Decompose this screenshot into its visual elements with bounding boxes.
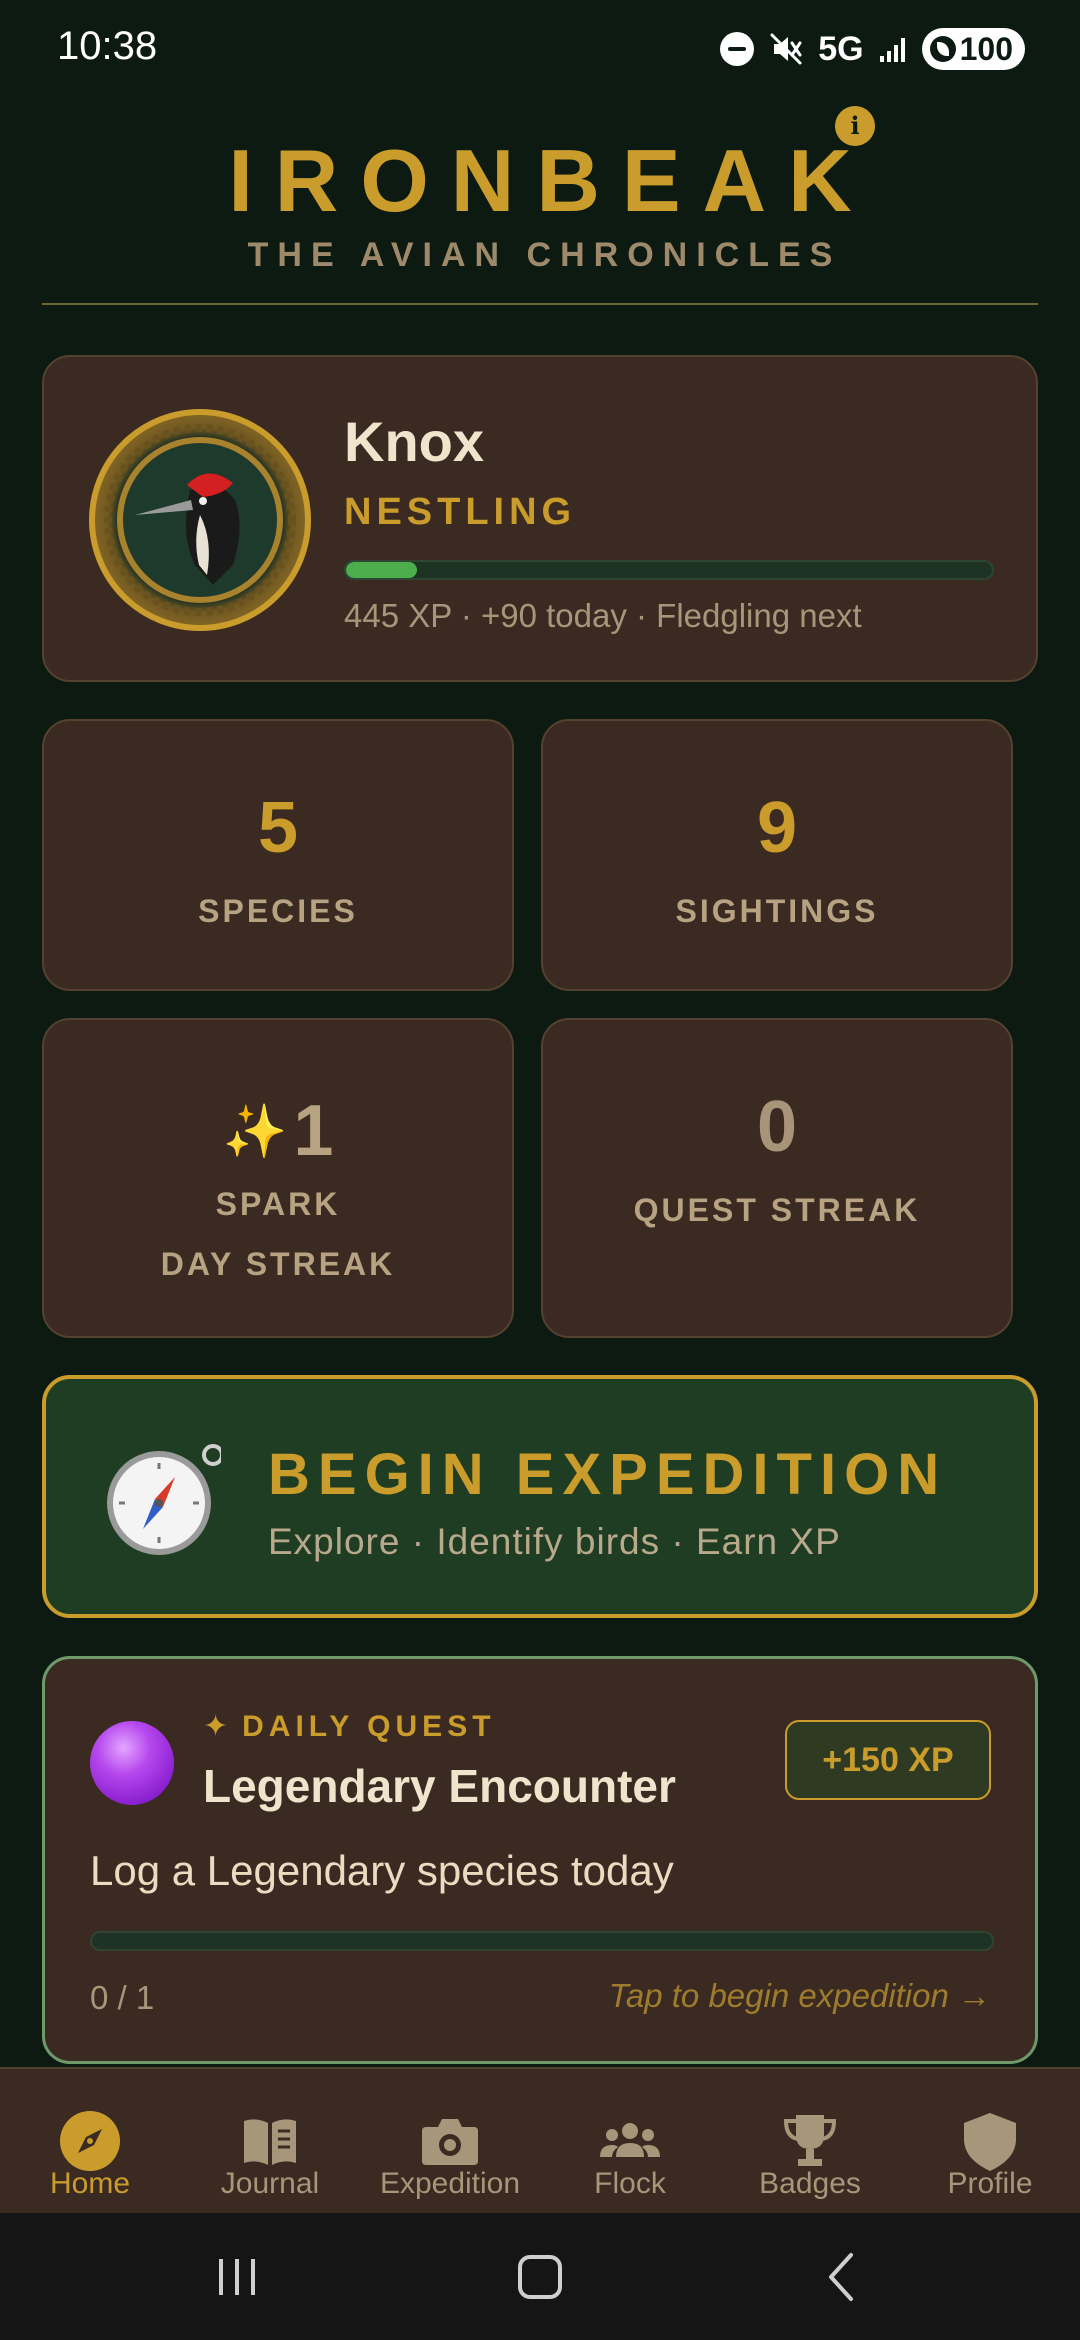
trophy-icon bbox=[783, 2115, 837, 2166]
nav-item-expedition[interactable]: Expedition bbox=[360, 2069, 540, 2215]
nav-label-home: Home bbox=[49, 2167, 131, 2200]
nav-label-expedition: Expedition bbox=[379, 2167, 521, 2200]
day-streak-count: 1 bbox=[293, 1091, 334, 1171]
begin-expedition-button[interactable]: BEGIN EXPEDITION Explore · Identify bird… bbox=[42, 1375, 1038, 1618]
back-button[interactable] bbox=[783, 2213, 903, 2340]
status-icons: 5G 100 bbox=[720, 26, 1025, 72]
home-button[interactable] bbox=[480, 2213, 600, 2340]
spark-label: SPARK bbox=[215, 1186, 341, 1222]
recents-button[interactable] bbox=[177, 2213, 297, 2340]
species-label: SPECIES bbox=[198, 893, 358, 929]
compass-icon bbox=[60, 2111, 120, 2171]
daily-quest-label: DAILY QUEST bbox=[242, 1710, 496, 1743]
sparkle-icon: ✦ bbox=[203, 1710, 229, 1743]
day-streak-label: DAY STREAK bbox=[160, 1246, 396, 1282]
mute-icon bbox=[770, 33, 802, 65]
system-nav-bar bbox=[0, 2213, 1080, 2340]
shield-icon bbox=[964, 2113, 1016, 2171]
home-icon bbox=[518, 2255, 562, 2299]
stat-card-quest-streak[interactable]: 0 QUEST STREAK bbox=[541, 1018, 1013, 1338]
recents-icon bbox=[219, 2259, 255, 2295]
species-count: 5 bbox=[257, 788, 299, 868]
nav-item-journal[interactable]: Journal bbox=[180, 2069, 360, 2215]
avatar[interactable] bbox=[89, 409, 311, 631]
nav-item-flock[interactable]: Flock bbox=[540, 2069, 720, 2215]
bottom-nav: Home Journal Expedition Flock Badges Pro… bbox=[0, 2067, 1080, 2213]
info-icon[interactable]: i bbox=[835, 106, 875, 146]
status-bar: 10:38 5G 100 bbox=[0, 0, 1080, 100]
profile-rank: NESTLING bbox=[344, 491, 577, 533]
status-time: 10:38 bbox=[57, 24, 158, 68]
quest-cta-link[interactable]: Tap to begin expedition → bbox=[609, 1977, 991, 2015]
camera-icon bbox=[422, 2119, 478, 2165]
nav-item-badges[interactable]: Badges bbox=[720, 2069, 900, 2215]
xp-progress-fill bbox=[346, 562, 418, 578]
nav-label-badges: Badges bbox=[759, 2167, 861, 2200]
battery-saver-icon bbox=[929, 36, 956, 62]
sightings-count: 9 bbox=[756, 788, 798, 868]
quest-streak-label: QUEST STREAK bbox=[633, 1192, 921, 1228]
nav-label-profile: Profile bbox=[947, 2167, 1033, 2200]
daily-quest-kicker: ✦ DAILY QUEST bbox=[203, 1709, 496, 1744]
woodpecker-avatar-icon bbox=[104, 424, 296, 616]
sightings-label: SIGHTINGS bbox=[675, 893, 879, 929]
nav-label-journal: Journal bbox=[220, 2167, 320, 2200]
quest-progress-bar bbox=[90, 1931, 994, 1951]
stat-card-day-streak[interactable]: ✨ 1 SPARK DAY STREAK bbox=[42, 1018, 514, 1338]
app-title: IRONBEAK bbox=[228, 131, 874, 230]
network-label: 5G bbox=[818, 29, 864, 68]
profile-card[interactable]: Knox NESTLING 445 XP · +90 today · Fledg… bbox=[42, 355, 1038, 682]
stat-card-species[interactable]: 5 SPECIES bbox=[42, 719, 514, 991]
quest-description: Log a Legendary species today bbox=[90, 1847, 674, 1894]
signal-icon bbox=[879, 38, 905, 62]
day-streak-value-row: ✨ 1 bbox=[44, 1090, 512, 1172]
profile-name: Knox bbox=[344, 410, 484, 473]
battery-indicator: 100 bbox=[921, 28, 1025, 70]
xp-caption: 445 XP · +90 today · Fledgling next bbox=[344, 597, 862, 634]
quest-reward-badge: +150 XP bbox=[785, 1720, 991, 1800]
group-icon bbox=[600, 2123, 660, 2157]
quest-progress-text: 0 / 1 bbox=[90, 1979, 155, 2016]
quest-title: Legendary Encounter bbox=[203, 1760, 676, 1812]
book-icon bbox=[244, 2119, 296, 2165]
back-icon bbox=[829, 2253, 853, 2301]
app-subtitle: THE AVIAN CHRONICLES bbox=[247, 236, 842, 274]
nav-label-flock: Flock bbox=[594, 2167, 666, 2200]
expedition-subtitle: Explore · Identify birds · Earn XP bbox=[268, 1521, 841, 1562]
legendary-orb-icon bbox=[90, 1721, 174, 1805]
daily-quest-card[interactable]: ✦ DAILY QUEST Legendary Encounter +150 XP… bbox=[42, 1656, 1038, 2064]
xp-progress-bar bbox=[344, 560, 994, 580]
sparkles-icon: ✨ bbox=[222, 1102, 288, 1161]
battery-level: 100 bbox=[959, 30, 1013, 67]
expedition-title: BEGIN EXPEDITION bbox=[268, 1442, 948, 1507]
stat-card-sightings[interactable]: 9 SIGHTINGS bbox=[541, 719, 1013, 991]
quest-streak-count: 0 bbox=[756, 1087, 798, 1167]
nav-item-profile[interactable]: Profile bbox=[900, 2069, 1080, 2215]
do-not-disturb-icon bbox=[720, 32, 755, 66]
header-divider bbox=[42, 303, 1038, 305]
compass-icon bbox=[107, 1444, 221, 1555]
nav-item-home[interactable]: Home bbox=[0, 2069, 180, 2215]
